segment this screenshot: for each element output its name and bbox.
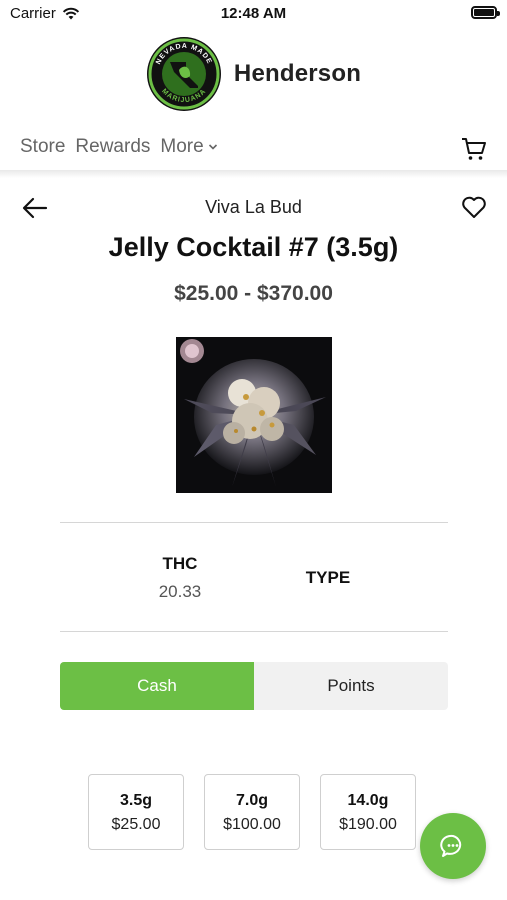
top-nav: Store Rewards More xyxy=(0,128,507,170)
product-title: Jelly Cocktail #7 (3.5g) xyxy=(108,232,399,262)
size-weight: 14.0g xyxy=(347,792,389,809)
type-label: TYPE xyxy=(305,568,351,587)
size-weight: 7.0g xyxy=(235,792,268,809)
thc-label: THC xyxy=(162,554,198,573)
divider-top xyxy=(60,522,448,523)
size-option[interactable]: 14.0g $190.00 xyxy=(320,774,416,850)
chevron-down-icon xyxy=(208,144,217,150)
payment-toggle: Cash Points xyxy=(60,662,448,710)
size-price: $190.00 xyxy=(339,816,397,833)
status-bar: Carrier 12:48 AM xyxy=(0,0,507,30)
nav-rewards[interactable]: Rewards xyxy=(75,136,150,158)
product-brand[interactable]: Viva La Bud xyxy=(0,197,507,218)
size-price: $100.00 xyxy=(223,816,281,833)
size-option[interactable]: 3.5g $25.00 xyxy=(88,774,184,850)
size-price: $25.00 xyxy=(111,816,161,833)
cash-option[interactable]: Cash xyxy=(60,662,254,710)
product-specs: THC 20.33 TYPE xyxy=(0,540,507,610)
product-photo xyxy=(176,337,332,493)
product-header: Viva La Bud xyxy=(0,192,507,224)
product-price-range: $25.00 - $370.00 xyxy=(174,282,333,305)
chat-button[interactable] xyxy=(420,813,486,879)
brand-header: NEVADA MADE MARIJUANA Henderson xyxy=(0,36,507,112)
clock: 12:48 AM xyxy=(220,5,287,22)
size-weight: 3.5g xyxy=(119,792,152,809)
nav-more-label: More xyxy=(160,136,204,157)
heart-icon[interactable] xyxy=(461,194,487,220)
nav-store[interactable]: Store xyxy=(20,136,65,158)
nav-divider xyxy=(0,170,507,178)
points-option[interactable]: Points xyxy=(254,662,448,710)
divider-bottom xyxy=(60,631,448,632)
nav-more[interactable]: More xyxy=(160,136,217,158)
store-logo[interactable]: NEVADA MADE MARIJUANA xyxy=(146,36,222,112)
chat-icon xyxy=(440,834,462,857)
store-name: Henderson xyxy=(233,60,362,87)
product-image[interactable] xyxy=(176,337,332,493)
size-options: 3.5g $25.00 7.0g $100.00 14.0g $190.00 xyxy=(88,774,416,850)
thc-value: 20.33 xyxy=(158,582,202,601)
cart-icon[interactable] xyxy=(461,136,487,162)
size-option[interactable]: 7.0g $100.00 xyxy=(204,774,300,850)
battery-icon xyxy=(471,6,500,19)
